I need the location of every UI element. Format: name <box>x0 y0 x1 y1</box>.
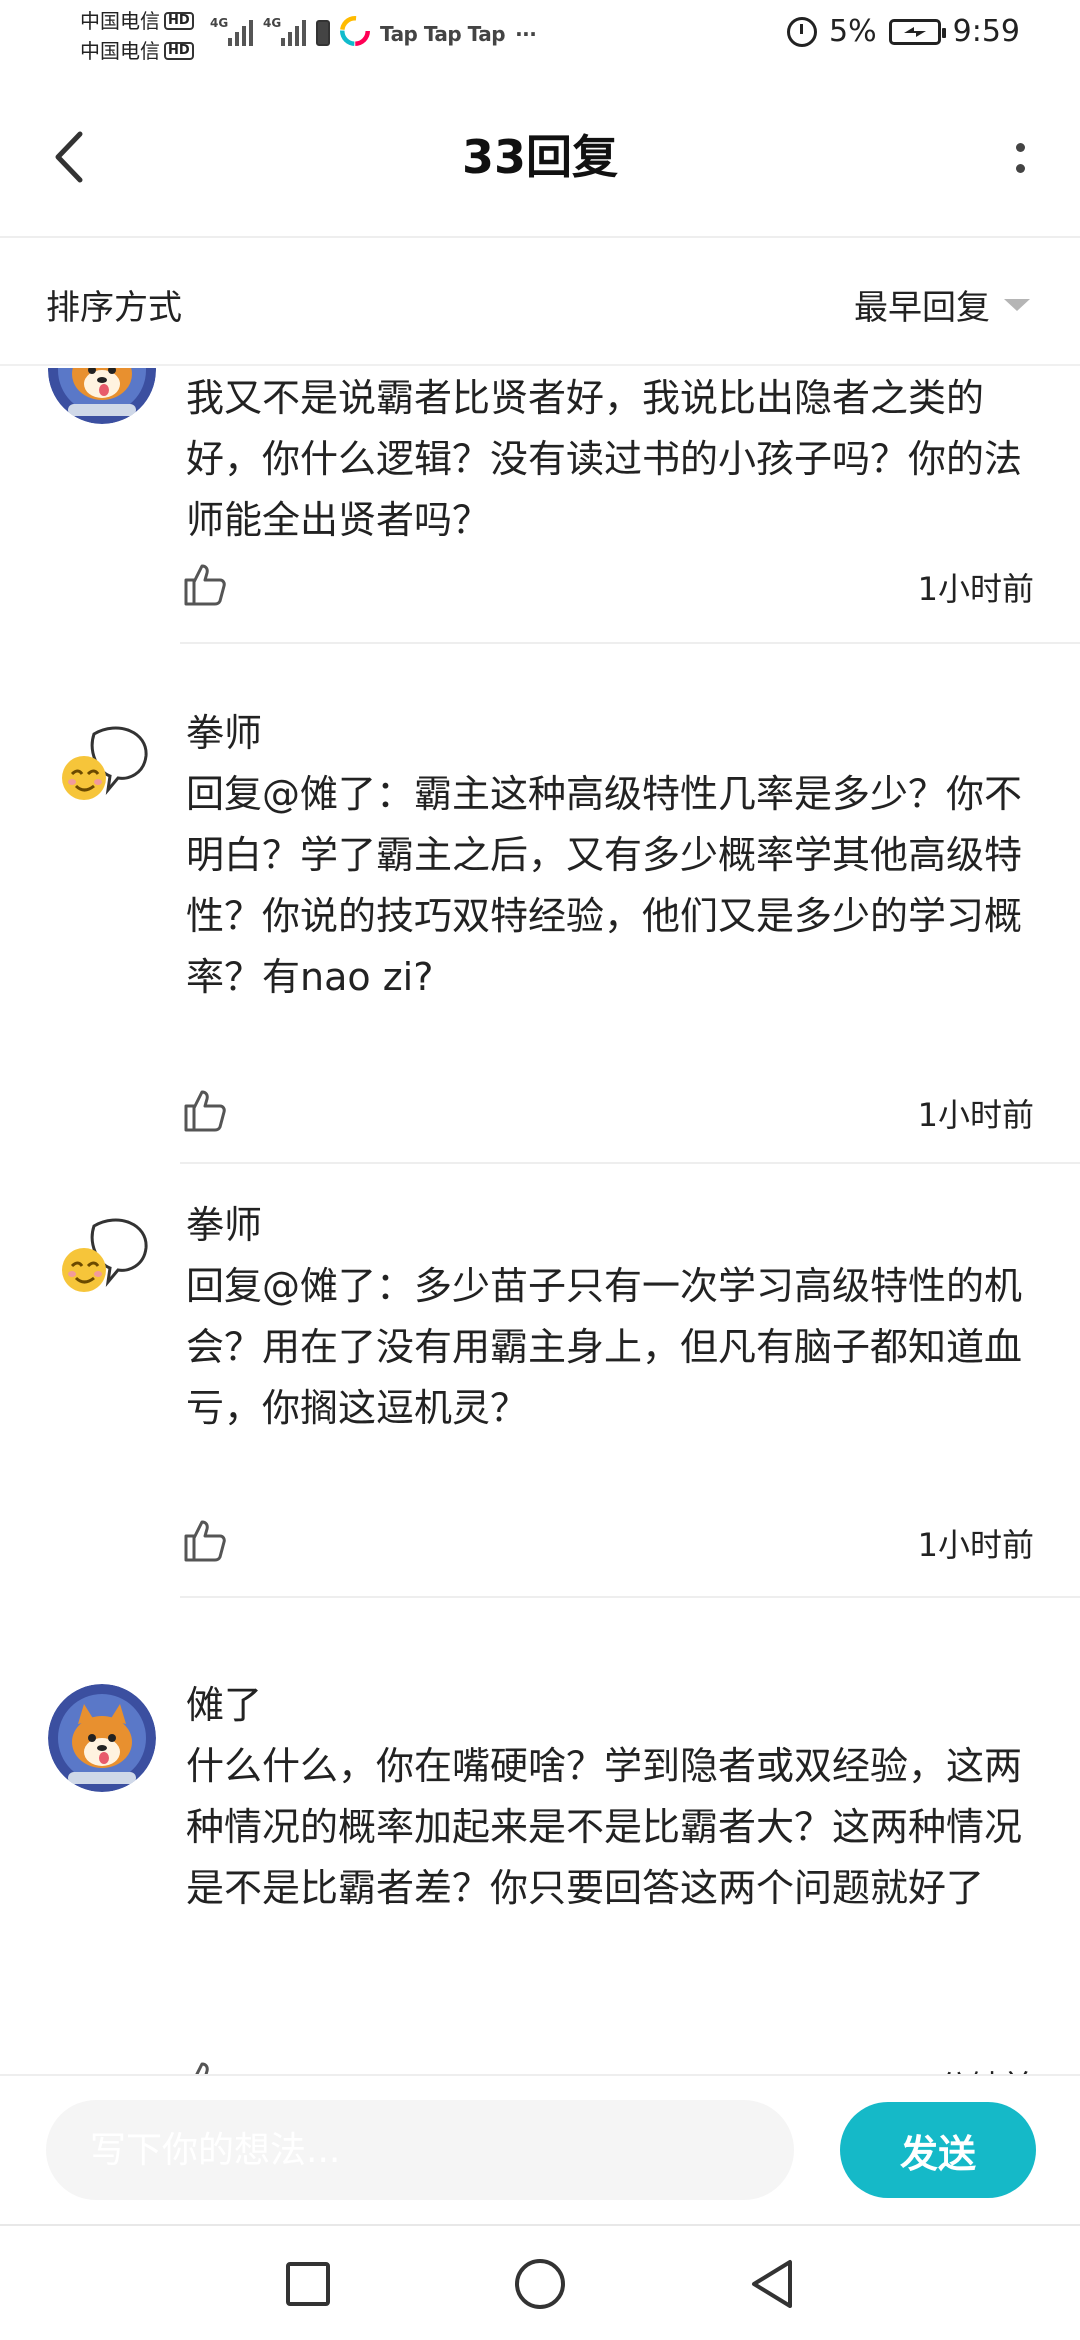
network-type-label: 4G <box>210 16 229 30</box>
signal-icon: 4G <box>263 16 306 46</box>
thumbs-up-icon <box>184 1520 226 1562</box>
header: 33回复 <box>0 80 1080 238</box>
system-nav-bar <box>0 2224 1080 2340</box>
more-notifications: ··· <box>515 22 537 46</box>
reply-author[interactable]: 傩了 <box>186 1680 262 1730</box>
chevron-down-icon <box>1004 298 1030 311</box>
carrier-1: 中国电信 <box>80 9 160 33</box>
battery-percent: 5% <box>829 14 877 49</box>
reply-time: 19分钟前 <box>897 2062 1034 2074</box>
like-button[interactable] <box>180 1086 228 1134</box>
avatar[interactable] <box>48 1684 156 1792</box>
recent-apps-button[interactable] <box>278 2254 338 2314</box>
carrier-2: 中国电信 <box>80 39 160 63</box>
reply-content: 什么什么，你在嘴硬啥？学到隐者或双经验，这两种情况的概率加起来是不是比霸者大？这… <box>186 1744 1023 1910</box>
divider <box>180 1596 1080 1598</box>
divider <box>180 1162 1080 1164</box>
square-icon <box>286 2262 330 2306</box>
reply-item: 拳师 回复@傩了：多少苗子只有一次学习高级特性的机会？用在了没有用霸主身上，但凡… <box>0 1203 1080 1634</box>
replies-list[interactable]: 傩了 我又不是说霸者比贤者好，我说比出隐者之类的好，你什么逻辑？没有读过书的小孩… <box>0 368 1080 2074</box>
reply-item: 傩了 什么什么，你在嘴硬啥？学到隐者或双经验，这两种情况的概率加起来是不是比霸者… <box>0 1683 1080 2074</box>
thumbs-up-icon <box>184 564 226 606</box>
app-logo-icon <box>340 16 370 46</box>
sort-bar: 排序方式 最早回复 <box>0 240 1080 366</box>
reply-time: 1小时前 <box>917 1096 1034 1134</box>
signal-group: 4G 4G Tap Tap Tap ··· <box>210 16 537 46</box>
sort-label: 排序方式 <box>46 288 182 328</box>
carrier-info: 中国电信 HD 中国电信 HD <box>80 6 194 66</box>
page-title: 33回复 <box>461 130 618 184</box>
status-right: 5% 9:59 <box>787 14 1020 49</box>
reply-time: 1小时前 <box>917 1526 1034 1564</box>
clock: 9:59 <box>952 14 1020 49</box>
reply-time: 1小时前 <box>917 570 1034 608</box>
signal-icon: 4G <box>210 16 253 46</box>
comment-input[interactable] <box>46 2100 794 2200</box>
like-button[interactable] <box>180 1516 228 1564</box>
app-label: Tap Tap Tap <box>380 22 506 46</box>
reply-content: 我又不是说霸者比贤者好，我说比出隐者之类的好，你什么逻辑？没有读过书的小孩子吗？… <box>186 376 1023 542</box>
divider <box>180 642 1080 644</box>
sort-dropdown[interactable]: 最早回复 <box>854 280 1030 329</box>
comment-bar: 发送 <box>0 2074 1080 2224</box>
avatar[interactable] <box>48 1204 156 1312</box>
alarm-icon <box>787 16 818 47</box>
network-type-label: 4G <box>263 16 282 30</box>
thumbs-up-icon <box>184 1090 226 1132</box>
status-bar: 中国电信 HD 中国电信 HD 4G 4G Tap Tap Tap ··· 5% 9… <box>0 0 1080 80</box>
avatar[interactable] <box>48 368 156 424</box>
circle-icon <box>515 2259 565 2309</box>
reply-item: 拳师 回复@傩了：霸主这种高级特性几率是多少？你不明白？学了霸主之后，又有多少概… <box>0 711 1080 1164</box>
like-button[interactable] <box>180 560 228 608</box>
avatar[interactable] <box>48 712 156 820</box>
home-button[interactable] <box>510 2254 570 2314</box>
more-options-button[interactable] <box>1000 128 1040 188</box>
more-vertical-icon <box>1015 143 1025 152</box>
hd-badge: HD <box>164 42 194 60</box>
hd-badge: HD <box>164 12 194 30</box>
like-button[interactable] <box>180 2058 228 2074</box>
reply-content: 回复@傩了：霸主这种高级特性几率是多少？你不明白？学了霸主之后，又有多少概率学其… <box>186 772 1023 999</box>
battery-charging-icon <box>888 18 946 45</box>
reply-content: 回复@傩了：多少苗子只有一次学习高级特性的机会？用在了没有用霸主身上，但凡有脑子… <box>186 1264 1023 1430</box>
triangle-back-icon <box>752 2260 792 2308</box>
back-nav-button[interactable] <box>742 2254 802 2314</box>
sort-selected-value: 最早回复 <box>854 288 990 328</box>
reply-author[interactable]: 拳师 <box>186 708 262 758</box>
reply-author[interactable]: 拳师 <box>186 1200 262 1250</box>
sim-warning-icon <box>316 20 330 46</box>
thumbs-up-icon <box>195 2062 209 2074</box>
send-button[interactable]: 发送 <box>840 2102 1036 2198</box>
